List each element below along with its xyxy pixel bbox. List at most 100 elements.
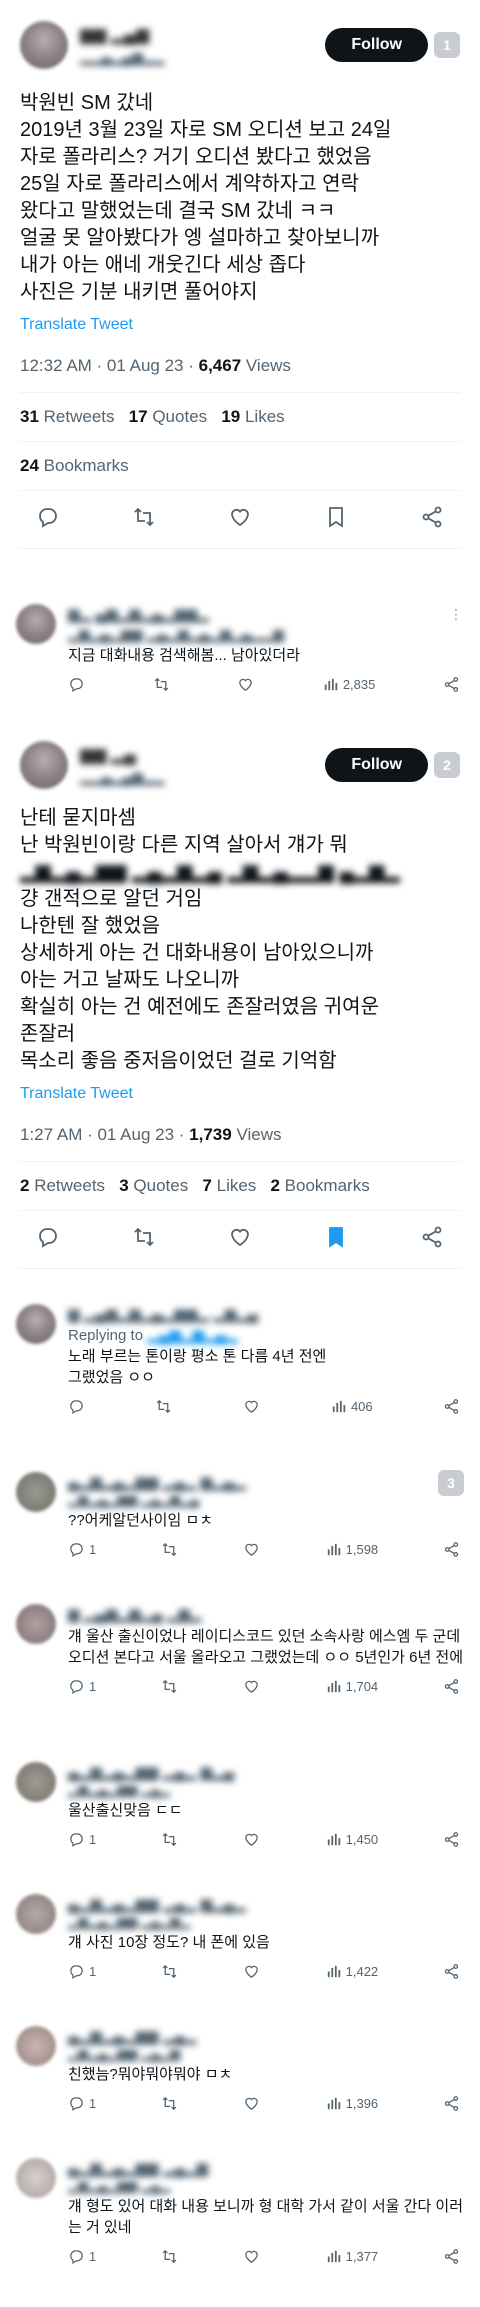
tweet-line: 2019년 3월 23일 자로 SM 오디션 보고 24일 [20,119,392,141]
quotes-stat[interactable]: 17 Quotes [129,407,207,426]
bookmarks-stat[interactable]: 2 Bookmarks [270,1176,369,1195]
views-label: Views [231,1125,282,1144]
translate-tweet-link[interactable]: Translate Tweet [20,316,460,334]
avatar[interactable] [20,21,68,69]
avatar[interactable] [16,1604,56,1644]
views-label: Views [241,356,291,375]
likes-stat[interactable]: 7 Likes [202,1176,256,1195]
more-icon[interactable]: ⋮ [449,606,464,623]
user-info[interactable]: ▆▆ ▂▄ ▂▂▄▂▄▆▂▂ [80,745,325,786]
heart-icon[interactable] [243,1963,260,1980]
avatar[interactable] [16,1762,56,1802]
engagement-stats: 2 Retweets 3 Quotes 7 Likes 2 Bookmarks [20,1162,460,1210]
views-stat[interactable]: 1,422 [325,1963,378,1980]
tweet-line: 걍 갠적으로 알던 거임 [20,888,203,910]
follow-button[interactable]: Follow [325,748,428,782]
share-icon[interactable] [443,2248,460,2265]
retweet-icon[interactable] [132,1225,156,1254]
retweet-icon[interactable] [161,1963,178,1980]
reply-icon[interactable]: 1 [68,1541,96,1558]
tweet-line: 목소리 좋음 중저음이었던 걸로 기억함 [20,1050,337,1072]
tweet-line: 왔다고 말했었는데 결국 SM 갔네 ㅋㅋ [20,200,336,222]
tweet-line: 박원빈 SM 갔네 [20,92,154,114]
share-icon[interactable] [443,1398,460,1415]
quotes-stat[interactable]: 3 Quotes [119,1176,188,1195]
reply-2[interactable]: ▆ ▂▄▆▂▆▂▄▂▆▆▂ ▂▆▂▄ Replying to ▂▄▆▂▆▂▄▂ … [0,1290,480,1421]
comment-actions: 1 1,396 [68,2095,464,2112]
heart-icon[interactable] [228,505,252,534]
number-badge: 1 [434,32,460,58]
reply-actions: 2,835 [68,676,464,693]
avatar[interactable] [16,2026,56,2066]
share-icon[interactable] [443,1831,460,1848]
heart-icon[interactable] [243,2248,260,2265]
bookmark-icon[interactable] [324,505,348,534]
reply-1[interactable]: ▆▂ ▄▆▂▆▂▄▂▆▆▂ ⋮ ▂▆▂▄▂▆▆ ▂▄▂▆▂▄▂▆▂▄▂▂▆ 지금… [0,590,480,699]
heart-icon[interactable] [243,1398,260,1415]
retweets-stat[interactable]: 31 Retweets [20,407,115,426]
reply-icon[interactable] [68,1398,85,1415]
share-icon[interactable] [443,1541,460,1558]
retweet-icon[interactable] [161,2095,178,2112]
reply-icon[interactable]: 1 [68,2248,96,2265]
retweet-icon[interactable] [161,1678,178,1695]
retweet-icon[interactable] [153,676,170,693]
views-stat[interactable]: 2,835 [322,676,375,693]
follow-button[interactable]: Follow [325,28,428,62]
reply-icon[interactable] [68,676,85,693]
heart-icon[interactable] [237,676,254,693]
retweet-icon[interactable] [155,1398,172,1415]
views-stat[interactable]: 1,704 [325,1678,378,1695]
translate-tweet-link[interactable]: Translate Tweet [20,1085,460,1103]
views-stat[interactable]: 1,396 [325,2095,378,2112]
share-icon[interactable] [420,1225,444,1254]
reply-icon[interactable] [36,1225,60,1254]
user-info[interactable]: ▆▆ ▂▄▆ ▂▂▄▂▄▆▂▂ [80,25,325,66]
list-item[interactable]: ▄▂▆▂▄▂▆▆ ▂▄▂ ▂▆▂▄▂▆▆ ▂▄▂▆ 친했늠?뭐야뭐야뭐야 ㅁㅊ … [0,2014,480,2146]
heart-icon[interactable] [228,1225,252,1254]
heart-icon[interactable] [243,1541,260,1558]
avatar[interactable] [16,1304,56,1344]
list-item[interactable]: ▄▂▆▂▄▂▆▆ ▂▄▂ ▆▂▄ ▂▆▂▄▂▆▆ ▂▄▂ 울산출신맞음 ㄷㄷ 1… [0,1750,480,1882]
heart-icon[interactable] [243,1678,260,1695]
tweet-timestamp[interactable]: 1:27 AM · 01 Aug 23 · 1,739 Views [20,1125,460,1145]
heart-icon[interactable] [243,2095,260,2112]
retweets-stat[interactable]: 2 Retweets [20,1176,105,1195]
share-icon[interactable] [443,1963,460,1980]
share-icon[interactable] [443,1678,460,1695]
share-icon[interactable] [443,676,460,693]
list-item[interactable]: ▆ ▂▄▆▂▆▂▄ ▂▆▂ 걔 울산 출신이었나 레이디스코드 있던 소속사랑 … [0,1592,480,1750]
share-icon[interactable] [420,505,444,534]
retweet-icon[interactable] [161,1541,178,1558]
views-stat[interactable]: 1,377 [325,2248,378,2265]
reply-icon[interactable]: 1 [68,1831,96,1848]
avatar[interactable] [16,2158,56,2198]
retweet-icon[interactable] [161,2248,178,2265]
list-item[interactable]: ▄▂▆▂▄▂▆▆ ▂▄▂ ▆▂▄▂ ▂▆▂▄▂▆▆ ▂▄▂▆▂▄ ??어케알던사… [0,1460,480,1592]
tweet-line: 25일 자로 폴라리스에서 계약하자고 연락 [20,173,359,195]
reply-icon[interactable]: 1 [68,1678,96,1695]
views-stat[interactable]: 406 [330,1398,373,1415]
reply-icon[interactable]: 1 [68,1963,96,1980]
avatar[interactable] [16,604,56,644]
comment-handle-blurred: ▂▆▂▄▂▆▆ ▂▄▂ [68,1782,171,1797]
avatar[interactable] [16,1894,56,1934]
share-icon[interactable] [443,2095,460,2112]
reply-icon[interactable]: 1 [68,2095,96,2112]
list-item[interactable]: ▄▂▆▂▄▂▆▆ ▂▄▂ ▆▂▄▂ ▂▆▂▄▂▆▆ ▂▄▂▆▂ 걔 사진 10장… [0,1882,480,2014]
tweet-line: 나한텐 잘 했었음 [20,915,160,937]
heart-icon[interactable] [243,1831,260,1848]
tweet-line: 자로 폴라리스? 거기 오디션 봤다고 했었음 [20,146,372,168]
retweet-icon[interactable] [161,1831,178,1848]
bookmarks-stat[interactable]: 24 Bookmarks [20,442,460,490]
likes-stat[interactable]: 19 Likes [221,407,284,426]
views-stat[interactable]: 1,450 [325,1831,378,1848]
tweet-timestamp[interactable]: 12:32 AM · 01 Aug 23 · 6,467 Views [20,356,460,376]
views-stat[interactable]: 1,598 [325,1541,378,1558]
reply-icon[interactable] [36,505,60,534]
bookmark-filled-icon[interactable] [324,1225,348,1254]
retweet-icon[interactable] [132,505,156,534]
avatar[interactable] [20,741,68,789]
avatar[interactable] [16,1472,56,1512]
list-item[interactable]: ▄▂▆▂▄▂▆▆ ▂▄▂▆ ▂▆▂▄▂▆▆ ▂▄▂ 걔 형도 있어 대화 내용 … [0,2146,480,2296]
